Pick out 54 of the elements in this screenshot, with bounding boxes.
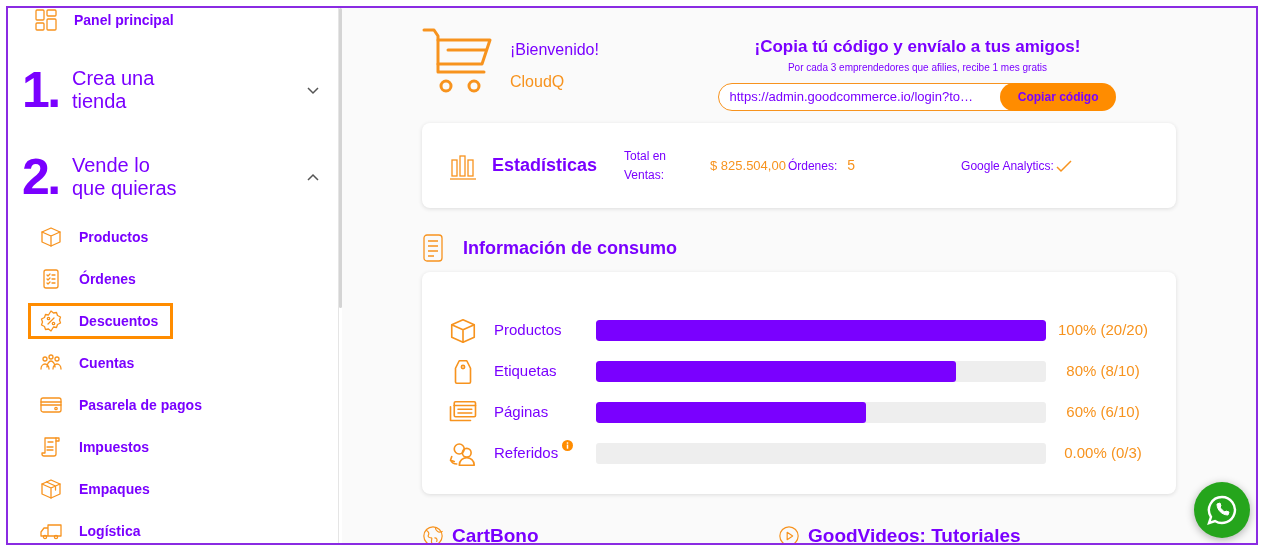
section-title: Vende lo bbox=[72, 154, 151, 177]
sidebar-item[interactable]: Descuentos bbox=[28, 303, 174, 339]
welcome-text: ¡Bienvenido! bbox=[510, 40, 599, 60]
statistics-title: Estadísticas bbox=[492, 154, 599, 177]
sidebar-item-label: Empaques bbox=[79, 479, 150, 499]
receipt-icon bbox=[39, 435, 63, 459]
sidebar-item[interactable]: Impuestos bbox=[28, 429, 164, 465]
orders-value: 5 bbox=[847, 156, 856, 175]
sidebar-item[interactable]: Panel principal bbox=[74, 9, 174, 31]
usage-label: Etiquetas bbox=[494, 361, 557, 382]
phone-chat-icon bbox=[1206, 494, 1238, 526]
section-heading: GoodVideos: Tutoriales bbox=[808, 524, 1021, 543]
usage-reading: 100% (20/20) bbox=[1057, 320, 1149, 341]
consumption-title: Información de consumo bbox=[463, 236, 678, 260]
step-number: 2. bbox=[22, 152, 60, 202]
package-icon bbox=[39, 477, 63, 501]
percent-badge-icon bbox=[39, 309, 63, 333]
sidebar-item[interactable]: Pasarela de pagos bbox=[28, 387, 217, 423]
section-title: Crea una bbox=[72, 67, 156, 90]
usage-reading: 0.00% (0/3) bbox=[1064, 443, 1142, 464]
orders-label: Órdenes: bbox=[787, 157, 838, 175]
section-title: tienda bbox=[72, 90, 128, 113]
box-icon bbox=[39, 225, 63, 249]
sidebar-item-label: Productos bbox=[79, 227, 149, 247]
sidebar-item-label: Cuentas bbox=[79, 353, 135, 373]
sidebar-item-label: Pasarela de pagos bbox=[79, 395, 202, 415]
usage-label: Referidos bbox=[494, 443, 559, 464]
dashboard-icon bbox=[34, 8, 58, 32]
sidebar-item-label: Órdenes bbox=[79, 269, 136, 289]
referral-subtitle: Por cada 3 emprendedores que afilies, recibe 1 mes gratis bbox=[787, 60, 1047, 75]
sidebar-item[interactable]: Logística bbox=[28, 513, 156, 543]
sidebar-item-label: Descuentos bbox=[79, 311, 159, 331]
usage-label: Productos bbox=[494, 320, 562, 341]
section-heading: CartBono bbox=[452, 524, 539, 543]
sales-value: $ 825.504,00 bbox=[710, 156, 786, 175]
sales-label: Total en Ventas: bbox=[624, 147, 668, 184]
sidebar-item-label: Logística bbox=[79, 521, 141, 541]
analytics-label: Google Analytics: bbox=[961, 157, 1054, 175]
store-name: CloudQ bbox=[510, 72, 566, 92]
globe-icon bbox=[422, 525, 444, 543]
sidebar-item[interactable]: Cuentas bbox=[28, 345, 150, 381]
section-title: que quieras bbox=[72, 177, 178, 200]
chat-button[interactable] bbox=[1194, 482, 1250, 538]
step-number: 1. bbox=[22, 65, 60, 115]
referral-title: ¡Copia tú código y envíalo a tus amigos! bbox=[754, 36, 1081, 58]
document-icon bbox=[422, 234, 444, 262]
sidebar-item[interactable]: Productos bbox=[28, 219, 164, 255]
usage-reading: 80% (8/10) bbox=[1066, 361, 1140, 382]
sidebar-item[interactable]: Empaques bbox=[28, 471, 165, 507]
sidebar-item[interactable]: Órdenes bbox=[28, 261, 151, 297]
play-icon bbox=[778, 525, 800, 543]
usage-label: Páginas bbox=[494, 402, 549, 423]
sidebar-item-label: Impuestos bbox=[79, 437, 149, 457]
usage-reading: 60% (6/10) bbox=[1066, 402, 1140, 423]
